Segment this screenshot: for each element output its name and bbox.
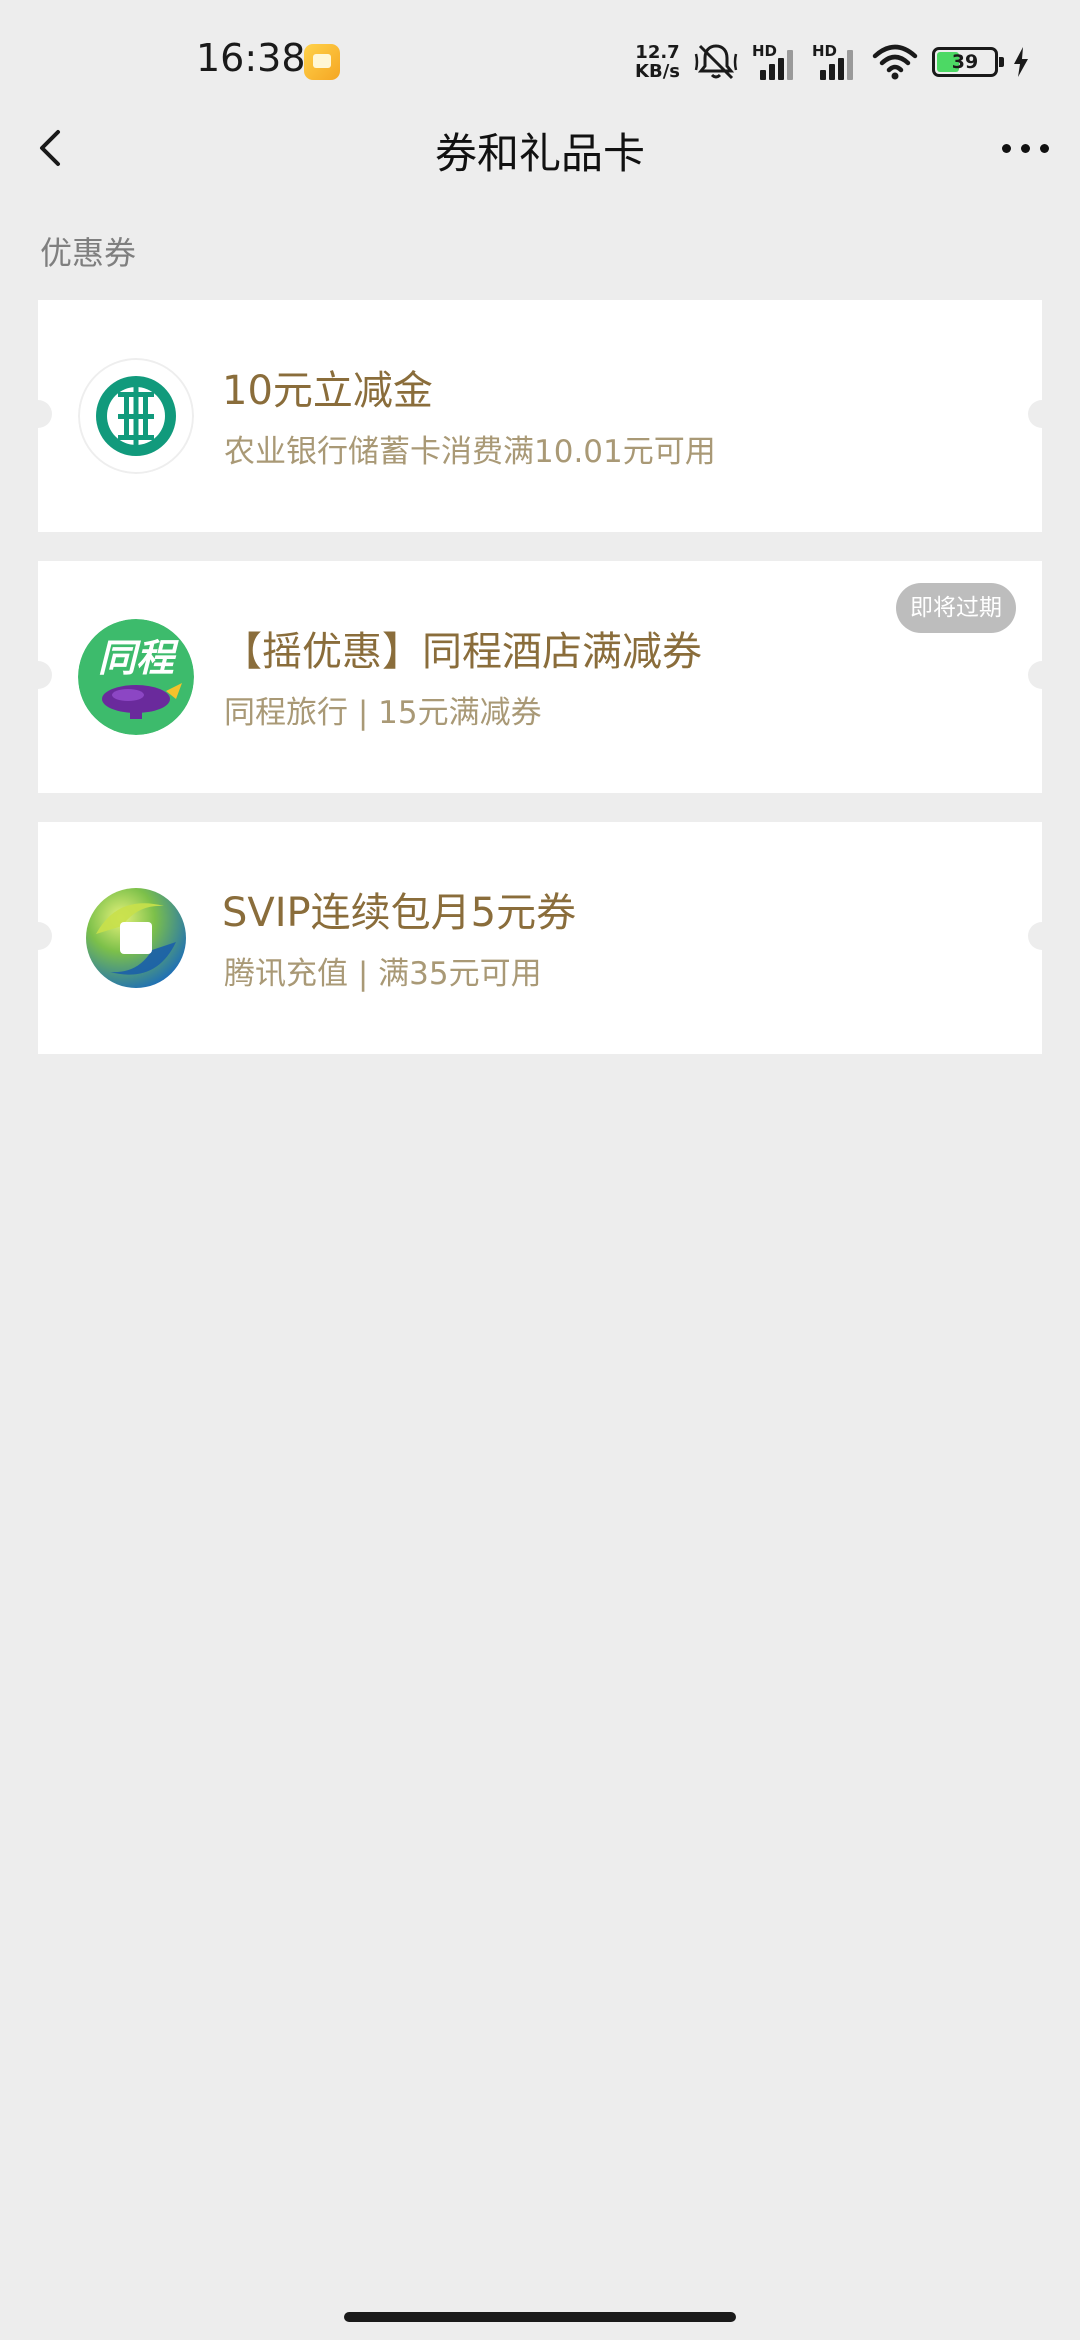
tencent-recharge-logo-icon (78, 880, 194, 996)
coupon-title: 10元立减金 (222, 368, 433, 414)
more-options-button[interactable] (990, 118, 1060, 178)
tongcheng-logo-icon: 同程 (78, 619, 194, 735)
more-dot-icon (1020, 143, 1030, 153)
network-speed-value: 12.7 (635, 42, 680, 63)
home-indicator[interactable] (344, 2312, 736, 2322)
coupon-card[interactable]: 10元立减金 农业银行储蓄卡消费满10.01元可用 (24, 300, 1056, 532)
coupon-subtitle: 同程旅行 | 15元满减券 (224, 695, 542, 731)
card-notch (24, 661, 52, 689)
navigation-bar: 券和礼品卡 (0, 108, 1080, 188)
card-notch (24, 400, 52, 428)
section-title: 优惠券 (40, 234, 137, 272)
hd-label: HD (752, 42, 778, 60)
gallery-notification-icon (304, 44, 340, 80)
network-speed: 12.7 KB/s (635, 43, 680, 81)
more-dot-icon (1001, 143, 1011, 153)
coupon-subtitle: 腾讯充值 | 满35元可用 (224, 956, 542, 992)
network-speed-unit: KB/s (635, 61, 680, 82)
charging-icon (1014, 47, 1028, 77)
wifi-icon (872, 44, 918, 80)
card-notch (1028, 661, 1056, 689)
status-indicators: 12.7 KB/s HD HD 39 (635, 38, 1030, 86)
battery-icon: 39 (932, 47, 1004, 77)
battery-level: 39 (951, 51, 979, 73)
more-dot-icon (1039, 143, 1049, 153)
tongcheng-logo-text: 同程 (98, 636, 179, 680)
mute-icon (694, 44, 738, 80)
abc-bank-logo-icon (78, 358, 194, 474)
coupon-card[interactable]: SVIP连续包月5元券 腾讯充值 | 满35元可用 (24, 822, 1056, 1054)
coupon-subtitle: 农业银行储蓄卡消费满10.01元可用 (224, 434, 716, 470)
screen: 16:38 12.7 KB/s HD HD 39 券和礼品卡 优惠券 10元立减… (0, 0, 1080, 2340)
card-notch (1028, 400, 1056, 428)
card-notch (24, 922, 52, 950)
hd-label: HD (812, 42, 838, 60)
card-notch (1028, 922, 1056, 950)
coupon-title: 【摇优惠】同程酒店满减券 (222, 629, 702, 675)
signal-strength-icon: HD (752, 42, 798, 82)
coupon-card[interactable]: 同程 【摇优惠】同程酒店满减券 同程旅行 | 15元满减券 即将过期 (24, 561, 1056, 793)
status-time: 16:38 (196, 36, 306, 80)
expiring-badge: 即将过期 (896, 583, 1016, 633)
page-title: 券和礼品卡 (434, 129, 645, 178)
status-bar: 16:38 12.7 KB/s HD HD 39 (0, 0, 1080, 120)
coupon-title: SVIP连续包月5元券 (222, 890, 577, 936)
signal-strength-icon: HD (812, 42, 858, 82)
